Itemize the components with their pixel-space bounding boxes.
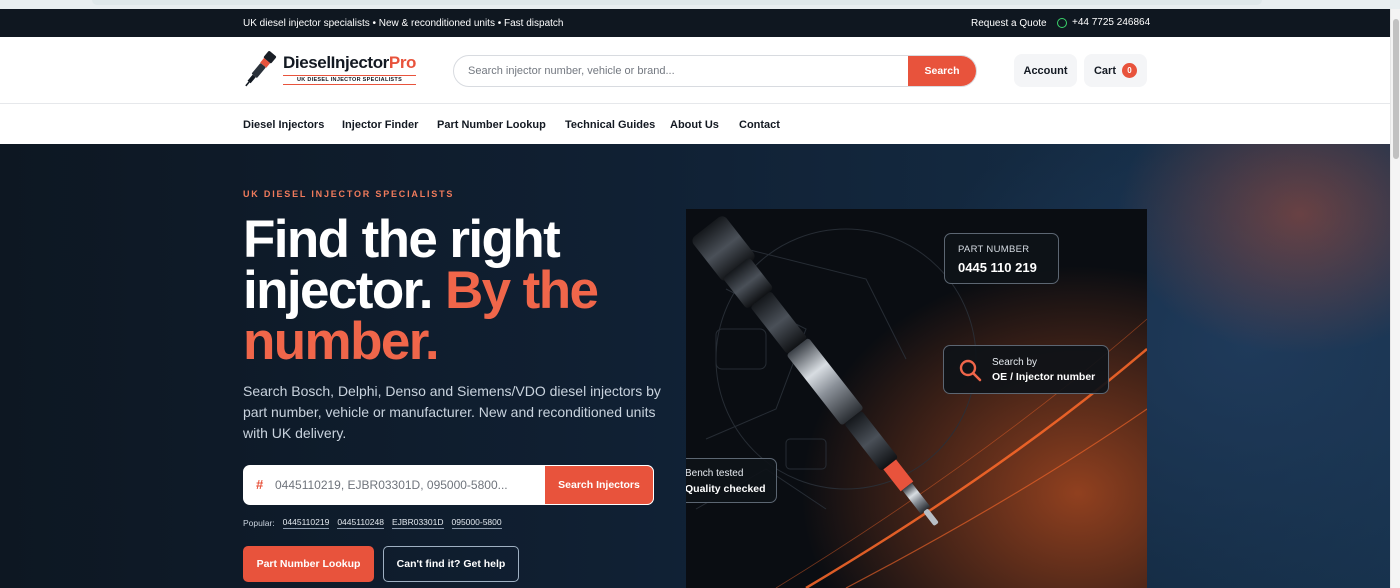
search-injectors-button[interactable]: Search Injectors	[544, 465, 654, 505]
part-number-search-input[interactable]	[275, 465, 535, 505]
header-search-input[interactable]	[468, 56, 898, 86]
promo-text: UK diesel injector specialists • New & r…	[243, 18, 564, 29]
cart-count-badge: 0	[1122, 63, 1137, 78]
search-by-card: Search by OE / Injector number	[943, 345, 1109, 394]
part-number-label: PART NUMBER	[958, 244, 1030, 255]
hash-icon: #	[256, 477, 264, 492]
browser-top-strip	[0, 0, 1400, 9]
nav-diesel-injectors[interactable]: Diesel Injectors	[243, 119, 324, 131]
header-search: Search	[453, 55, 977, 87]
whatsapp-icon	[1057, 17, 1067, 28]
hero-headline: Find the right injector. By the number.	[243, 210, 599, 371]
hero-section: UK DIESEL INJECTOR SPECIALISTS Find the …	[0, 144, 1390, 588]
part-number-card: PART NUMBER 0445 110 219	[944, 233, 1059, 284]
hero-product-image: PART NUMBER 0445 110 219 Search by OE / …	[686, 209, 1147, 588]
get-help-button[interactable]: Can't find it? Get help	[383, 546, 519, 582]
logo-tagline: UK DIESEL INJECTOR SPECIALISTS	[283, 75, 417, 85]
popular-chip[interactable]: EJBR03301D	[391, 517, 444, 529]
nav-contact[interactable]: Contact	[739, 119, 780, 131]
injector-illustration	[686, 209, 1147, 588]
hero-eyebrow: UK DIESEL INJECTOR SPECIALISTS	[243, 189, 455, 199]
page-scrollbar[interactable]	[1390, 9, 1400, 588]
top-announcement-bar: UK diesel injector specialists • New & r…	[0, 9, 1390, 37]
nav-technical-guides[interactable]: Technical Guides	[565, 119, 655, 131]
main-nav: Diesel Injectors Injector Finder Part Nu…	[0, 105, 1390, 144]
browser-tab-strip	[92, 0, 1262, 5]
cart-label: Cart	[1093, 64, 1116, 77]
part-number-lookup-button[interactable]: Part Number Lookup	[243, 546, 374, 582]
popular-chip[interactable]: 095000-5800	[451, 517, 502, 529]
site-header: DieselInjectorPro UK DIESEL INJECTOR SPE…	[0, 37, 1390, 104]
search-by-line1: Search by	[992, 357, 1038, 368]
logo-wordmark: DieselInjectorPro	[283, 53, 417, 72]
bench-tested-card: Bench tested Quality checked	[686, 458, 777, 503]
header-search-button[interactable]: Search	[908, 56, 976, 86]
nav-about-us[interactable]: About Us	[670, 119, 719, 131]
injector-logo-icon	[243, 49, 277, 89]
popular-chip[interactable]: 0445110248	[337, 517, 384, 529]
popular-chip[interactable]: 0445110219	[282, 517, 330, 529]
popular-searches: Popular: 0445110219 0445110248 EJBR03301…	[243, 517, 502, 529]
account-button[interactable]: Account	[1014, 54, 1077, 87]
bench-tested-line2: Quality checked	[686, 483, 766, 495]
nav-injector-finder[interactable]: Injector Finder	[342, 119, 418, 131]
search-by-line2: OE / Injector number	[992, 371, 1096, 383]
search-icon	[958, 358, 982, 382]
part-number-search: # Search Injectors	[243, 465, 654, 505]
request-quote-link[interactable]: Request a Quote	[971, 18, 1047, 29]
scrollbar-thumb[interactable]	[1393, 19, 1399, 159]
phone-link[interactable]: +44 7725 246864	[1057, 17, 1150, 28]
part-number-value: 0445 110 219	[958, 260, 1037, 275]
nav-part-number-lookup[interactable]: Part Number Lookup	[437, 119, 546, 131]
site-logo[interactable]: DieselInjectorPro UK DIESEL INJECTOR SPE…	[243, 49, 416, 89]
cart-button[interactable]: Cart 0	[1084, 54, 1147, 87]
phone-number: +44 7725 246864	[1072, 17, 1151, 28]
bench-tested-line1: Bench tested	[686, 468, 744, 479]
popular-label: Popular:	[243, 518, 275, 528]
hero-subtext: Search Bosch, Delphi, Denso and Siemens/…	[243, 383, 661, 441]
